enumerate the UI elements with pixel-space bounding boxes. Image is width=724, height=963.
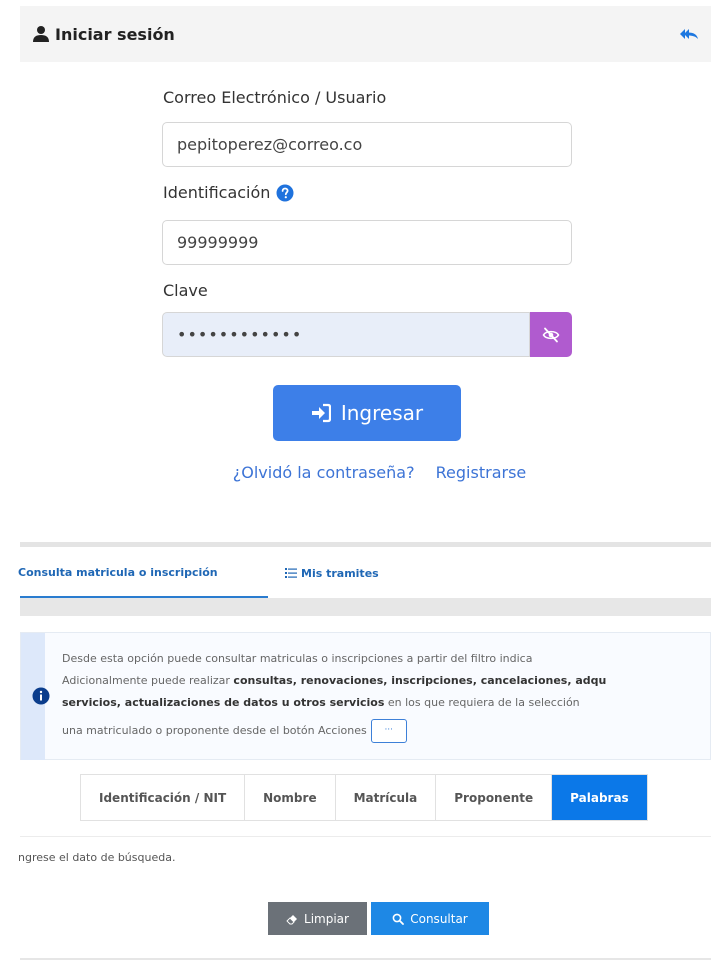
password-field[interactable] [162,312,530,357]
tab-content-band [20,598,711,616]
email-label-text: Correo Electrónico / Usuario [163,88,387,107]
list-icon [285,568,297,578]
forgot-password-link[interactable]: ¿Olvidó la contraseña? [233,463,415,482]
info-alert: Desde esta opción puede consultar matric… [20,632,711,760]
login-header: Iniciar sesión [20,6,711,62]
info-line-3: servicios, actualizaciones de datos u ot… [62,696,580,709]
email-label: Correo Electrónico / Usuario [163,88,386,107]
auth-links: ¿Olvidó la contraseña? Registrarse [0,463,724,482]
id-field[interactable] [162,220,572,265]
info-line-2: Adicionalmente puede realizar consultas,… [62,674,606,687]
search-hint: ngrese el dato de búsqueda. [18,851,176,864]
help-icon[interactable] [276,184,294,202]
eye-slash-icon [542,327,560,342]
register-link[interactable]: Registrarse [436,463,527,482]
password-label: Clave [163,281,208,300]
bottom-divider [20,958,711,960]
back-icon[interactable] [679,24,699,44]
tab-consulta-matricula[interactable]: Consulta matricula o inscripción [18,548,268,598]
filter-tab-proponente[interactable]: Proponente [436,775,553,820]
info-line-4-text: una matriculado o proponente desde el bo… [62,724,367,737]
query-tabs: Consulta matricula o inscripción Mis tra… [18,548,711,598]
info-line-3-text: en los que requiera de la selección [384,696,580,709]
filter-tab-palabras[interactable]: Palabras [552,775,647,820]
info-line-1: Desde esta opción puede consultar matric… [62,652,533,665]
info-line-2-text: Adicionalmente puede realizar [62,674,234,687]
filter-divider [20,836,711,837]
password-label-text: Clave [163,281,208,300]
info-line-4: una matriculado o proponente desde el bo… [62,719,407,743]
actions-dots-button[interactable]: ··· [370,719,407,743]
tab-mis-tramites-label: Mis tramites [301,566,379,580]
login-button[interactable]: Ingresar [273,385,461,441]
id-label-text: Identificación [163,183,271,202]
tab-consulta-label: Consulta matricula o inscripción [18,565,218,579]
user-icon [33,26,49,42]
password-group [162,312,572,357]
email-field[interactable] [162,122,572,167]
clear-button-label: Limpiar [304,911,349,926]
tab-mis-tramites[interactable]: Mis tramites [285,548,379,598]
eraser-icon [286,914,298,924]
toggle-password-button[interactable] [530,312,572,357]
section-divider [20,542,711,547]
filter-tab-matricula[interactable]: Matrícula [335,775,437,820]
info-icon [32,687,50,705]
id-label: Identificación [163,183,294,202]
filter-tab-nombre[interactable]: Nombre [245,775,336,820]
search-button[interactable]: Consultar [371,902,489,935]
filter-tab-identificacion[interactable]: Identificación / NIT [81,775,246,820]
sign-in-icon [311,403,331,423]
info-line-2-bold: consultas, renovaciones, inscripciones, … [233,674,607,687]
page-title: Iniciar sesión [55,24,175,44]
clear-button[interactable]: Limpiar [268,902,367,935]
search-button-label: Consultar [410,911,468,926]
info-line-3-bold: servicios, actualizaciones de datos u ot… [62,696,385,709]
search-icon [392,913,405,925]
search-filter-tabs: Identificación / NIT Nombre Matrícula Pr… [80,774,648,821]
login-button-label: Ingresar [340,401,424,425]
